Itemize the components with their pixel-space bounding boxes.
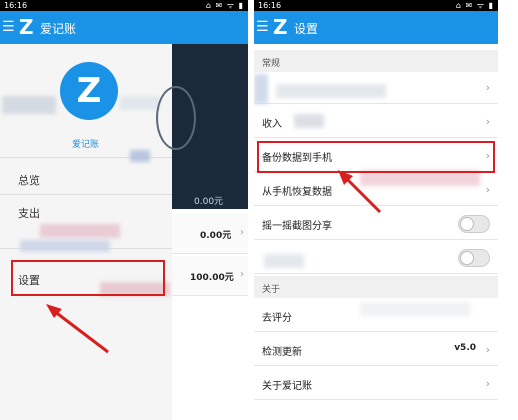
drawer-item-overview[interactable]: 总览 (18, 172, 40, 188)
highlight-box-settings (11, 260, 165, 296)
highlight-box-backup (257, 141, 495, 173)
status-icons: ⌂ ✉ ᯤ ▮ (205, 1, 244, 10)
left-phone-screen: 16:16 ⌂ ✉ ᯤ ▮ ☰ Z 爱记账 Z 爱记账 总览 支出 设置 0.0… (0, 0, 248, 420)
avatar-name: 爱记账 (72, 140, 100, 150)
menu-icon[interactable]: ☰ (2, 19, 15, 35)
blurred-area (120, 96, 160, 110)
summary-total: 0.00元 (194, 197, 224, 207)
row-label: 收入 (262, 119, 282, 130)
blurred-area (254, 74, 268, 104)
app-bar: ☰ Z 爱记账 (0, 11, 248, 44)
chevron-right-icon: › (240, 227, 244, 238)
setting-toggle[interactable] (458, 249, 490, 267)
blurred-area (130, 150, 150, 162)
app-bar: ☰ Z 设置 (254, 11, 498, 44)
app-title: 爱记账 (40, 22, 77, 36)
row-label: 去评分 (262, 313, 292, 324)
amount: 100.00元 (190, 273, 234, 283)
row-label: 检测更新 (262, 347, 302, 358)
amount: 0.00元 (200, 231, 232, 241)
status-time: 16:16 (4, 1, 28, 10)
summary-ring (156, 86, 196, 150)
avatar[interactable]: Z (60, 62, 118, 120)
settings-row-about[interactable]: 关于爱记账 › (254, 368, 498, 400)
blurred-area (40, 224, 120, 238)
menu-icon[interactable]: ☰ (256, 19, 269, 35)
shake-toggle[interactable] (458, 215, 490, 233)
section-header-about: 关于 (254, 276, 498, 298)
settings-list: 常规 › 收入 › 备份数据到手机 › 从手机恢复数据 › 摇一摇截图分享 关于… (254, 44, 498, 420)
toggle-knob (460, 217, 474, 231)
blurred-area (276, 84, 386, 98)
chevron-right-icon: › (485, 343, 490, 356)
app-logo-icon: Z (273, 15, 288, 39)
chevron-right-icon: › (485, 81, 490, 94)
status-bar: 16:16 ⌂ ✉ ᯤ ▮ (0, 0, 248, 11)
toggle-knob (460, 251, 474, 265)
chevron-right-icon: › (485, 377, 490, 390)
version-value: v5.0 (454, 343, 476, 353)
navigation-drawer: Z 爱记账 总览 支出 设置 (0, 44, 172, 420)
chevron-right-icon: › (485, 115, 490, 128)
settings-row-shake[interactable]: 摇一摇截图分享 (254, 208, 498, 240)
blurred-area (2, 96, 56, 114)
row-label: 从手机恢复数据 (262, 187, 332, 198)
chevron-right-icon: › (485, 183, 490, 196)
settings-row-income[interactable]: 收入 › (254, 106, 498, 138)
app-logo-icon: Z (19, 15, 34, 39)
row-label: 摇一摇截图分享 (262, 221, 332, 232)
settings-row-check-update[interactable]: 检测更新 v5.0 › (254, 334, 498, 366)
list-item[interactable]: 100.00元 › (172, 256, 248, 296)
main-content-peek: 0.00元 0.00元 › 100.00元 › (156, 44, 248, 420)
blurred-area (294, 114, 324, 128)
blurred-area (264, 254, 304, 268)
status-icons: ⌂ ✉ ᯤ ▮ (455, 1, 494, 10)
status-time: 16:16 (258, 1, 282, 10)
section-header-general: 常规 (254, 50, 498, 72)
blurred-area (20, 240, 110, 252)
divider (0, 194, 172, 195)
blurred-area (360, 302, 470, 316)
drawer-item-expense[interactable]: 支出 (18, 205, 40, 221)
list-item[interactable]: 0.00元 › (172, 214, 248, 254)
status-bar: 16:16 ⌂ ✉ ᯤ ▮ (254, 0, 498, 11)
page-title: 设置 (294, 22, 319, 36)
row-label: 关于爱记账 (262, 381, 312, 392)
chevron-right-icon: › (240, 269, 244, 280)
right-phone-screen: 16:16 ⌂ ✉ ᯤ ▮ ☰ Z 设置 常规 › 收入 › 备份数据到手机 ›… (254, 0, 498, 420)
